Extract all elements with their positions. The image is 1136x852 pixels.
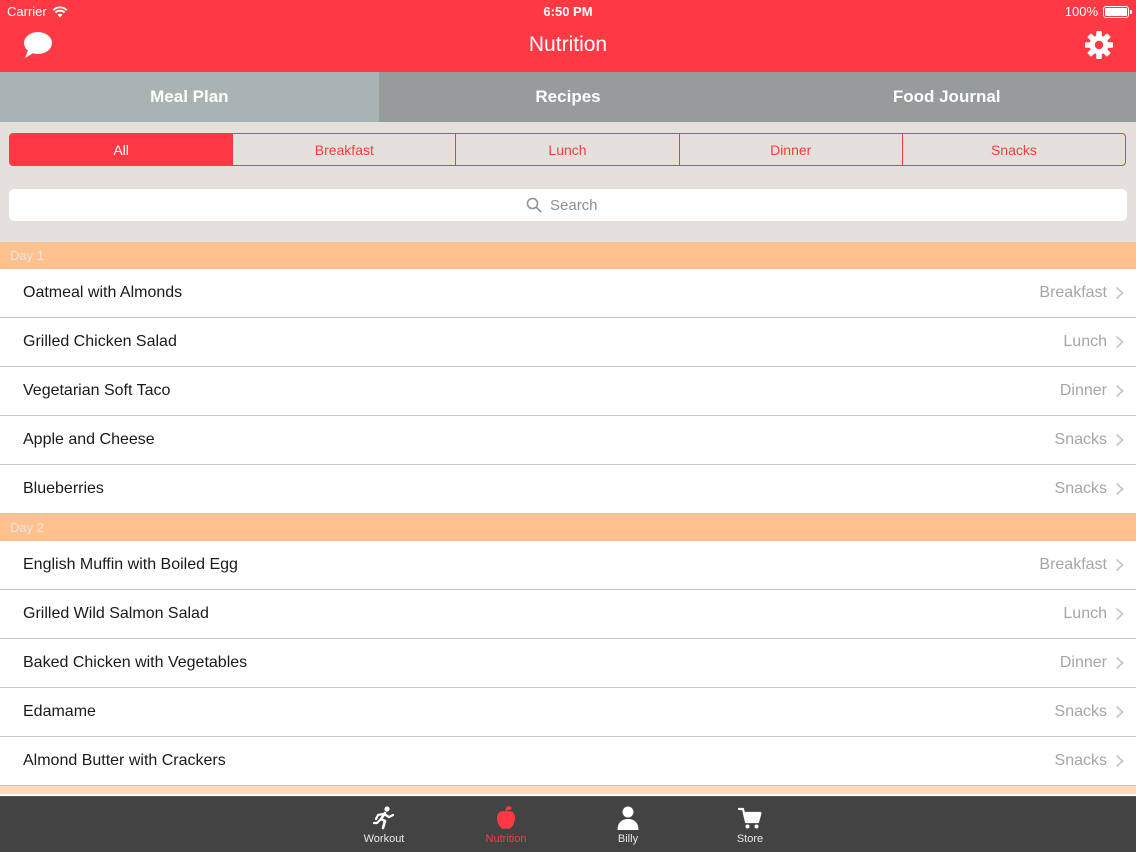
item-name: Apple and Cheese [23, 431, 155, 448]
list-item[interactable]: Vegetarian Soft Taco Dinner [0, 367, 1136, 416]
item-meal: Dinner [1059, 382, 1107, 399]
chevron-right-icon [1115, 754, 1124, 768]
tabbar-item-nutrition[interactable]: Nutrition [466, 797, 546, 852]
item-name: Baked Chicken with Vegetables [23, 654, 248, 671]
item-name: Vegetarian Soft Taco [23, 382, 171, 399]
item-meal: Lunch [1063, 605, 1107, 622]
item-name: Grilled Chicken Salad [23, 333, 177, 350]
next-section-header-peek [0, 786, 1136, 794]
navigation-bar: Carrier 6:50 PM 100% Nutrition [0, 0, 1136, 72]
chevron-right-icon [1115, 607, 1124, 621]
gear-icon[interactable] [1084, 30, 1114, 60]
item-name: Blueberries [23, 480, 104, 497]
item-meal: Snacks [1054, 752, 1107, 769]
item-meal: Dinner [1059, 654, 1107, 671]
list-item[interactable]: Blueberries Snacks [0, 465, 1136, 514]
status-time: 6:50 PM [543, 4, 593, 19]
tabbar-label: Store [736, 833, 764, 845]
list-item[interactable]: Almond Butter with Crackers Snacks [0, 737, 1136, 786]
tabbar-item-workout[interactable]: Workout [344, 797, 424, 852]
list-item[interactable]: Baked Chicken with Vegetables Dinner [0, 639, 1136, 688]
person-icon [617, 806, 639, 830]
meal-filter-segmented-control: All Breakfast Lunch Dinner Snacks [9, 133, 1126, 166]
filter-dinner[interactable]: Dinner [678, 134, 902, 165]
item-name: Edamame [23, 703, 96, 720]
item-name: Almond Butter with Crackers [23, 752, 226, 769]
runner-icon [372, 806, 395, 830]
list-item[interactable]: English Muffin with Boiled Egg Breakfast [0, 541, 1136, 590]
filter-area: All Breakfast Lunch Dinner Snacks [0, 122, 1136, 242]
bottom-tab-bar: Workout Nutrition Billy Store [0, 796, 1136, 852]
filter-all[interactable]: All [10, 134, 233, 165]
meal-plan-list: Day 1 Oatmeal with Almonds Breakfast Gri… [0, 242, 1136, 796]
chevron-right-icon [1115, 656, 1124, 670]
list-item[interactable]: Oatmeal with Almonds Breakfast [0, 269, 1136, 318]
list-item[interactable]: Edamame Snacks [0, 688, 1136, 737]
chevron-right-icon [1115, 335, 1124, 349]
tabbar-item-store[interactable]: Store [710, 797, 790, 852]
item-meal: Lunch [1063, 333, 1107, 350]
main-tabs: Meal Plan Recipes Food Journal [0, 72, 1136, 122]
chevron-right-icon [1115, 705, 1124, 719]
list-item[interactable]: Grilled Wild Salmon Salad Lunch [0, 590, 1136, 639]
cart-icon [737, 807, 762, 829]
tab-meal-plan[interactable]: Meal Plan [0, 72, 379, 122]
chevron-right-icon [1115, 433, 1124, 447]
filter-lunch[interactable]: Lunch [455, 134, 678, 165]
section-header-day-1: Day 1 [0, 242, 1136, 269]
chevron-right-icon [1115, 558, 1124, 572]
tabbar-label: Workout [363, 833, 405, 845]
item-meal: Breakfast [1039, 284, 1107, 301]
page-title: Nutrition [528, 33, 608, 56]
item-meal: Snacks [1054, 480, 1107, 497]
chevron-right-icon [1115, 286, 1124, 300]
tabbar-label: Nutrition [485, 833, 527, 845]
chevron-right-icon [1115, 384, 1124, 398]
item-name: English Muffin with Boiled Egg [23, 556, 238, 573]
tabbar-item-billy[interactable]: Billy [588, 797, 668, 852]
apple-icon [497, 805, 515, 829]
filter-breakfast[interactable]: Breakfast [232, 134, 455, 165]
status-bar: Carrier 6:50 PM 100% [0, 0, 1136, 22]
filter-snacks[interactable]: Snacks [901, 134, 1125, 165]
list-item[interactable]: Grilled Chicken Salad Lunch [0, 318, 1136, 367]
search-input[interactable] [550, 196, 610, 214]
search-icon [526, 197, 542, 213]
item-meal: Snacks [1054, 703, 1107, 720]
tabbar-label: Billy [617, 833, 639, 845]
chevron-right-icon [1115, 482, 1124, 496]
tab-recipes[interactable]: Recipes [379, 72, 758, 122]
tab-food-journal[interactable]: Food Journal [757, 72, 1136, 122]
battery-icon [1103, 5, 1132, 18]
list-item[interactable]: Apple and Cheese Snacks [0, 416, 1136, 465]
section-header-day-2: Day 2 [0, 514, 1136, 541]
item-meal: Breakfast [1039, 556, 1107, 573]
item-name: Grilled Wild Salmon Salad [23, 605, 209, 622]
item-name: Oatmeal with Almonds [23, 284, 183, 301]
battery-label: 100% [1064, 4, 1098, 19]
battery-indicator: 100% [1064, 4, 1132, 19]
search-bar[interactable] [9, 189, 1127, 221]
item-meal: Snacks [1054, 431, 1107, 448]
